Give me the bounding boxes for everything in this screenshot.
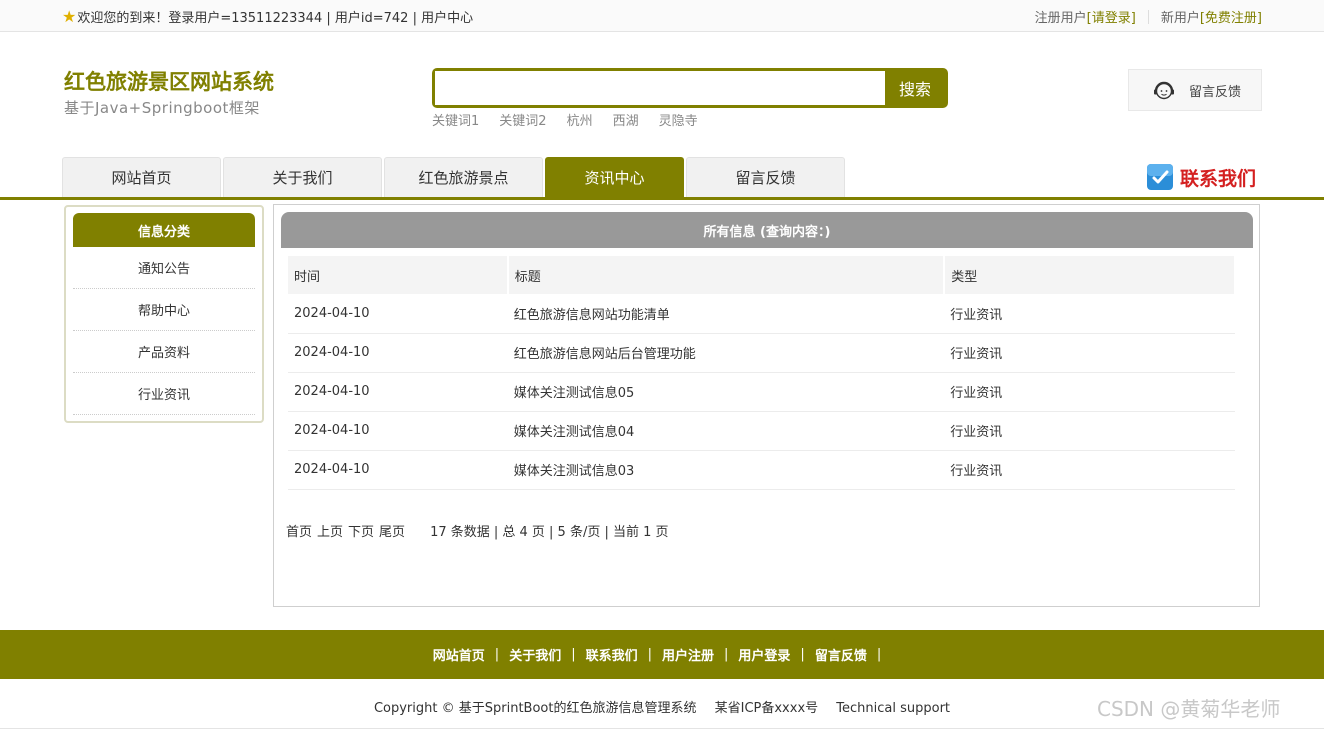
footer-separator: | <box>800 647 805 662</box>
row-date: 2024-04-10 <box>288 372 508 412</box>
divider <box>1147 9 1149 24</box>
free-register-link[interactable]: [免费注册] <box>1200 7 1262 26</box>
sidebar-item-industry[interactable]: 行业资讯 <box>73 373 255 415</box>
news-table: 时间 标题 类型 2024-04-10 红色旅游信息网站功能清单 行业资讯 20… <box>288 256 1236 490</box>
row-type: 行业资讯 <box>944 294 1235 334</box>
column-header: 标题 <box>507 256 946 294</box>
footer-link-home[interactable]: 网站首页 <box>433 645 485 664</box>
panel-title: 所有信息 (查询内容：) <box>281 212 1253 248</box>
keyword-link[interactable]: 西湖 <box>613 110 639 129</box>
footer-separator: | <box>724 647 729 662</box>
nav-tab-feedback[interactable]: 留言反馈 <box>686 157 845 197</box>
footer-link-feedback[interactable]: 留言反馈 <box>815 645 867 664</box>
column-header: 时间 <box>288 256 509 294</box>
last-page-link[interactable]: 尾页 <box>379 521 405 540</box>
feedback-button[interactable]: 留言反馈 <box>1128 69 1262 111</box>
row-type: 行业资讯 <box>944 450 1235 490</box>
row-date: 2024-04-10 <box>288 411 508 451</box>
table-row: 2024-04-10 媒体关注测试信息04 行业资讯 <box>288 411 1235 451</box>
row-type: 行业资讯 <box>944 333 1235 373</box>
contact-label: 联系我们 <box>1180 167 1257 190</box>
table-row: 2024-04-10 媒体关注测试信息03 行业资讯 <box>288 450 1235 490</box>
sidebar-title: 信息分类 <box>73 213 255 247</box>
register-label: 注册用户 <box>1034 11 1087 26</box>
prev-page-link[interactable]: 上页 <box>317 521 343 540</box>
footer-link-login[interactable]: 用户登录 <box>738 645 790 664</box>
support-text: Technical support <box>836 701 951 716</box>
category-sidebar: 信息分类 通知公告 帮助中心 产品资料 行业资讯 <box>64 205 264 423</box>
row-type: 行业资讯 <box>944 411 1235 451</box>
headset-icon <box>1154 81 1174 100</box>
row-title-link[interactable]: 红色旅游信息网站功能清单 <box>507 294 945 334</box>
row-title-link[interactable]: 媒体关注测试信息05 <box>507 372 945 412</box>
main-nav: 网站首页 关于我们 红色旅游景点 资讯中心 留言反馈 <box>62 157 845 197</box>
nav-tab-about[interactable]: 关于我们 <box>223 157 382 197</box>
welcome-text[interactable]: 欢迎您的到来！登录用户=13511223344 | 用户id=742 | 用户中… <box>77 7 473 26</box>
row-date: 2024-04-10 <box>288 450 508 490</box>
search-input[interactable] <box>435 71 885 105</box>
site-title: 红色旅游景区网站系统 <box>64 70 274 94</box>
feedback-label: 留言反馈 <box>1189 84 1242 100</box>
row-title-link[interactable]: 媒体关注测试信息04 <box>507 411 945 451</box>
sidebar-item-products[interactable]: 产品资料 <box>73 331 255 373</box>
keyword-link[interactable]: 灵隐寺 <box>659 110 698 129</box>
row-date: 2024-04-10 <box>288 333 508 373</box>
news-panel: 所有信息 (查询内容：) 时间 标题 类型 2024-04-10 红色旅游信息网… <box>273 204 1260 607</box>
pagination: 首页 上页 下页 尾页 17 条数据 | 总 4 页 | 5 条/页 | 当前 … <box>286 521 669 540</box>
star-icon: ★ <box>62 6 77 26</box>
site-subtitle: 基于Java+Springboot框架 <box>64 99 260 117</box>
footer-separator: | <box>571 647 576 662</box>
table-row: 2024-04-10 红色旅游信息网站功能清单 行业资讯 <box>288 294 1235 334</box>
first-page-link[interactable]: 首页 <box>286 521 312 540</box>
table-row: 2024-04-10 媒体关注测试信息05 行业资讯 <box>288 372 1235 412</box>
row-type: 行业资讯 <box>944 372 1235 412</box>
sidebar-item-help[interactable]: 帮助中心 <box>73 289 255 331</box>
top-bar: ★ 欢迎您的到来！登录用户=13511223344 | 用户id=742 | 用… <box>0 0 1324 32</box>
next-page-link[interactable]: 下页 <box>348 521 374 540</box>
nav-underline <box>0 197 1324 200</box>
icp-text: 某省ICP备xxxx号 <box>714 701 819 716</box>
row-title-link[interactable]: 红色旅游信息网站后台管理功能 <box>507 333 945 373</box>
contact-us-button[interactable]: 联系我们 <box>1146 163 1256 191</box>
row-date: 2024-04-10 <box>288 294 508 334</box>
keyword-link[interactable]: 关键词1 <box>432 110 479 129</box>
new-user-label: 新用户 <box>1160 11 1200 26</box>
hot-keywords: 关键词1 关键词2 杭州 西湖 灵隐寺 <box>432 110 698 129</box>
keyword-link[interactable]: 关键词2 <box>499 110 546 129</box>
footer-link-about[interactable]: 关于我们 <box>509 645 561 664</box>
footer-link-contact[interactable]: 联系我们 <box>586 645 638 664</box>
keyword-link[interactable]: 杭州 <box>567 110 593 129</box>
search-button[interactable]: 搜索 <box>885 71 945 105</box>
table-row: 2024-04-10 红色旅游信息网站后台管理功能 行业资讯 <box>288 333 1235 373</box>
copyright-text: Copyright © 基于SprintBoot的红色旅游信息管理系统 <box>373 701 697 716</box>
phone-icon <box>1147 164 1173 190</box>
watermark: CSDN @黄菊华老师 <box>1097 697 1281 721</box>
search-box: 搜索 <box>432 68 948 108</box>
footer-separator: | <box>876 647 882 662</box>
account-links: 注册用户 [请登录] 新用户 [免费注册] <box>1035 7 1262 26</box>
footer-separator: | <box>647 647 652 662</box>
page-info: 17 条数据 | 总 4 页 | 5 条/页 | 当前 1 页 <box>430 525 669 540</box>
login-link[interactable]: [请登录] <box>1087 7 1136 26</box>
bottom-divider <box>0 728 1324 729</box>
nav-tab-home[interactable]: 网站首页 <box>62 157 221 197</box>
nav-tab-scenic[interactable]: 红色旅游景点 <box>384 157 543 197</box>
welcome-area: ★ 欢迎您的到来！登录用户=13511223344 | 用户id=742 | 用… <box>62 7 473 26</box>
column-header: 类型 <box>944 256 1236 294</box>
sidebar-item-notice[interactable]: 通知公告 <box>73 247 255 289</box>
footer-nav: 网站首页 | 关于我们 | 联系我们 | 用户注册 | 用户登录 | 留言反馈 | <box>0 630 1324 679</box>
table-header-row: 时间 标题 类型 <box>288 256 1236 294</box>
row-title-link[interactable]: 媒体关注测试信息03 <box>507 450 945 490</box>
nav-tab-news[interactable]: 资讯中心 <box>545 157 684 197</box>
footer-link-register[interactable]: 用户注册 <box>662 645 714 664</box>
footer-separator: | <box>494 647 500 662</box>
